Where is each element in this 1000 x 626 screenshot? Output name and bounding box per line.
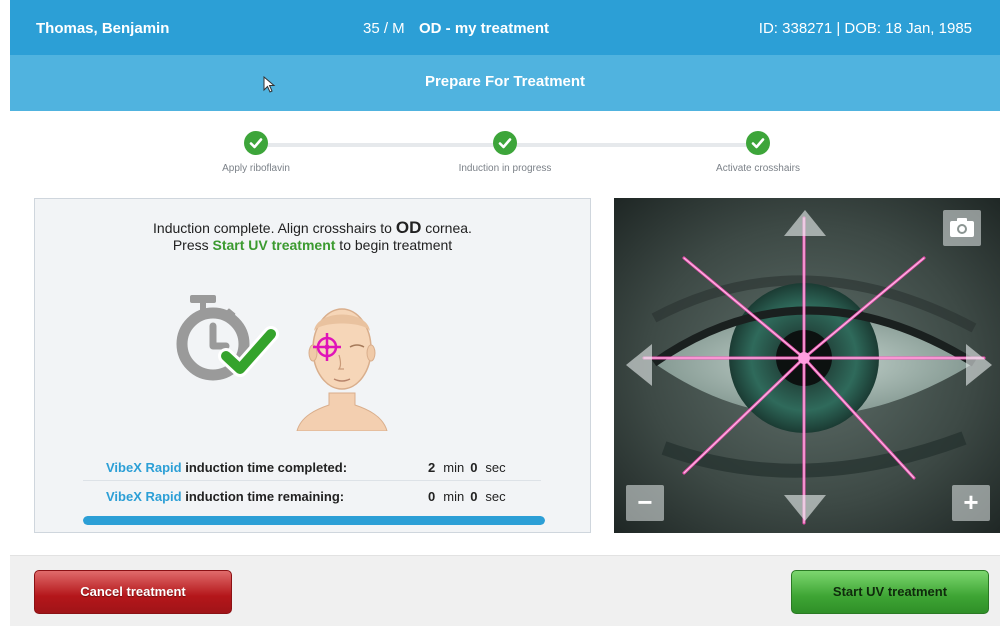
progress-steps: Apply riboflavin Induction in progress A… (10, 111, 1000, 197)
move-left-button[interactable] (624, 342, 654, 388)
induction-completed-row: VibeX Rapid induction time completed: 2m… (83, 453, 541, 481)
seconds-unit: sec (485, 489, 506, 504)
brand-name: VibeX Rapid (106, 489, 182, 504)
step-induction: Induction in progress (445, 131, 565, 174)
cancel-treatment-button[interactable]: Cancel treatment (34, 570, 232, 614)
zoom-in-button[interactable]: + (952, 485, 990, 521)
instruction-text: Press (172, 237, 213, 253)
brand-name: VibeX Rapid (106, 460, 182, 475)
patient-age-sex: 35 / M (363, 20, 405, 37)
camera-snapshot-button[interactable] (943, 210, 981, 246)
completed-label: VibeX Rapid induction time completed: (106, 460, 347, 475)
step-apply-riboflavin: Apply riboflavin (196, 131, 316, 174)
instruction-text: cornea. (421, 220, 472, 236)
seconds-unit: sec (485, 460, 506, 475)
page-title: Prepare For Treatment (10, 55, 1000, 111)
induction-remaining-row: VibeX Rapid induction time remaining: 0m… (83, 482, 541, 510)
eye-image (614, 198, 1000, 533)
check-icon (493, 131, 517, 155)
patient-id-dob: ID: 338271 | DOB: 18 Jan, 1985 (758, 20, 972, 37)
instruction-line-2: Press Start UV treatment to begin treatm… (35, 237, 590, 254)
progress-fill (83, 516, 545, 525)
patient-header: Thomas, Benjamin 35 / M OD - my treatmen… (10, 0, 1000, 55)
treatment-plan-name: OD - my treatment (419, 20, 550, 37)
completed-value: 2 min 0 sec (428, 460, 512, 475)
start-uv-reference: Start UV treatment (212, 237, 336, 253)
timer-label: induction time remaining: (181, 489, 345, 504)
stopwatch-complete-icon (176, 295, 279, 381)
minutes-value: 2 (428, 460, 436, 475)
minutes-value: 0 (428, 489, 436, 504)
induction-progress-bar (83, 516, 545, 525)
patient-name: Thomas, Benjamin (36, 20, 170, 37)
instruction-line-1: Induction complete. Align crosshairs to … (35, 219, 590, 237)
mouse-cursor-icon (263, 76, 276, 93)
face-crosshair-icon (296, 308, 388, 431)
minutes-unit: min (443, 460, 465, 475)
instruction-text: to begin treatment (335, 237, 453, 253)
camera-icon (950, 218, 974, 237)
remaining-value: 0 min 0 sec (428, 489, 512, 504)
seconds-value: 0 (470, 489, 478, 504)
instructions: Induction complete. Align crosshairs to … (35, 219, 590, 254)
induction-panel: Induction complete. Align crosshairs to … (34, 198, 591, 533)
step-label: Activate crosshairs (716, 163, 800, 174)
check-icon (746, 131, 770, 155)
step-activate-crosshairs: Activate crosshairs (708, 131, 808, 174)
seconds-value: 0 (470, 460, 478, 475)
step-label: Apply riboflavin (222, 163, 290, 174)
remaining-label: VibeX Rapid induction time remaining: (106, 489, 344, 504)
step-label: Induction in progress (458, 163, 552, 174)
move-down-button[interactable] (782, 493, 828, 523)
eye-camera-view: − + (614, 198, 1000, 533)
instruction-text: Induction complete. Align crosshairs to (153, 220, 396, 236)
check-icon (244, 131, 268, 155)
move-up-button[interactable] (782, 208, 828, 238)
app-frame: Thomas, Benjamin 35 / M OD - my treatmen… (10, 0, 1000, 626)
start-uv-treatment-button[interactable]: Start UV treatment (791, 570, 989, 614)
minutes-unit: min (443, 489, 465, 504)
timer-label: induction time completed: (181, 460, 348, 475)
footer-bar: Cancel treatment Start UV treatment (10, 555, 1000, 626)
move-right-button[interactable] (964, 342, 994, 388)
zoom-out-button[interactable]: − (626, 485, 664, 521)
eye-label: OD (395, 218, 422, 237)
